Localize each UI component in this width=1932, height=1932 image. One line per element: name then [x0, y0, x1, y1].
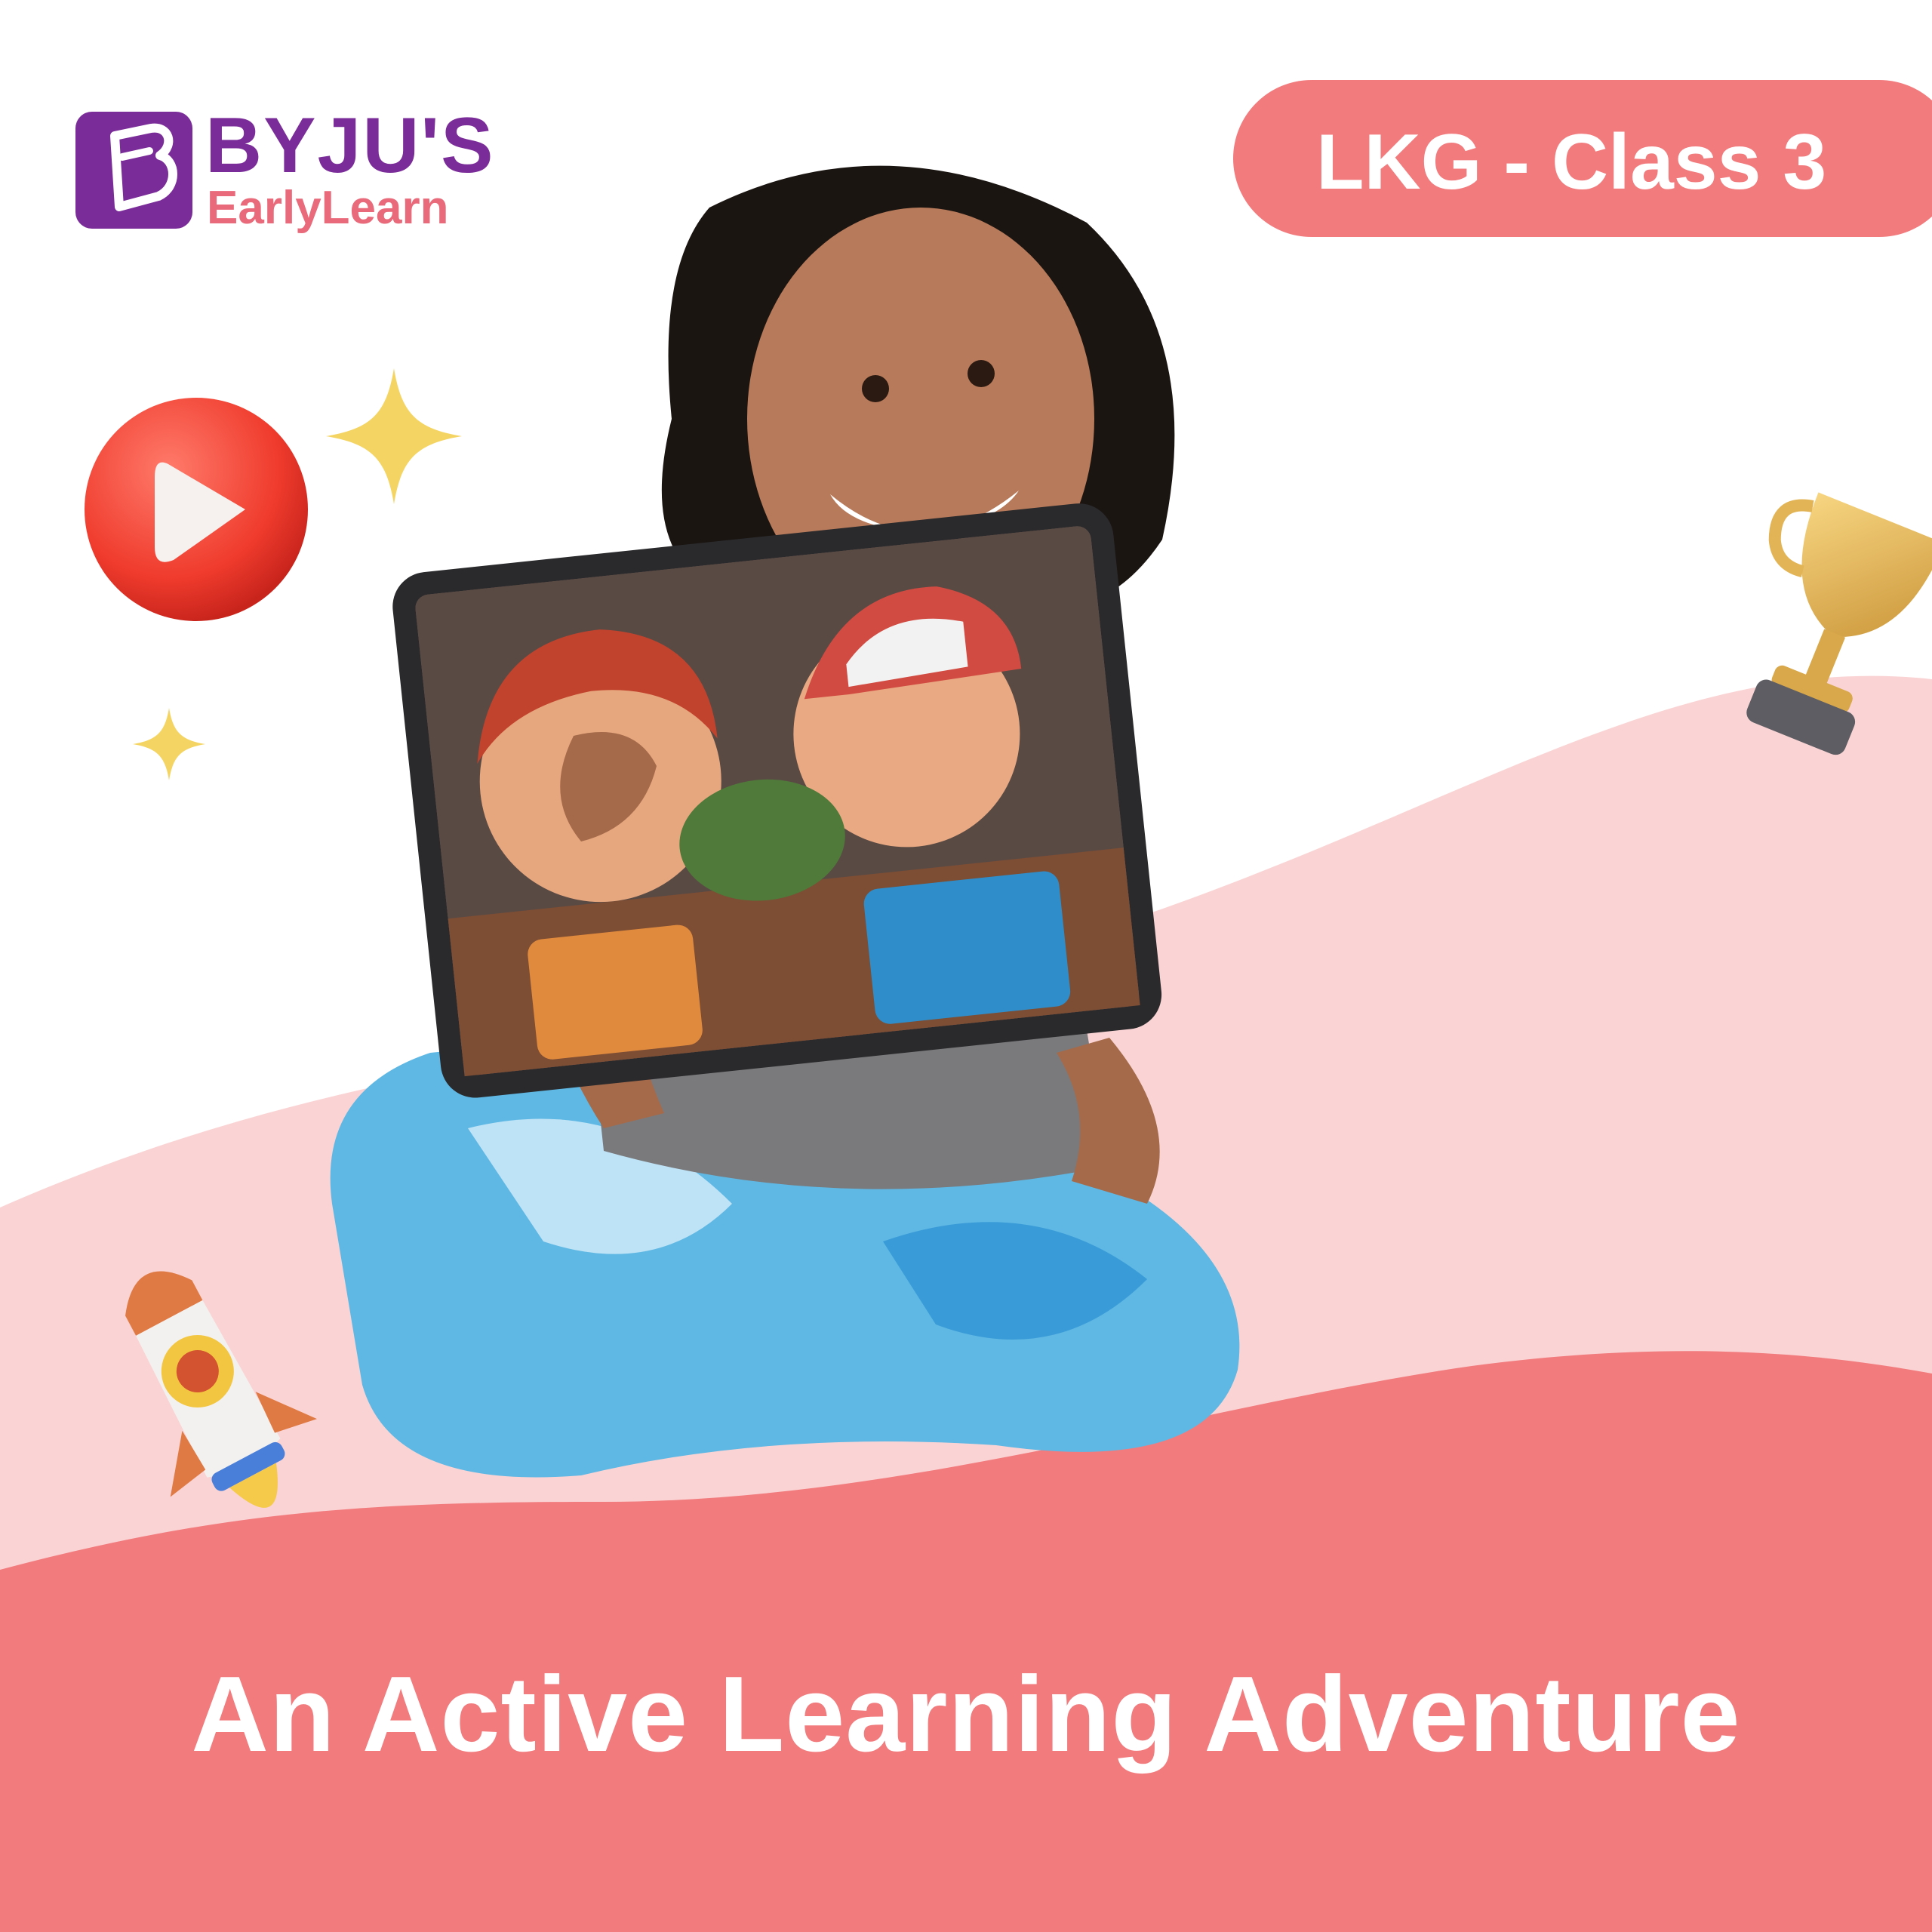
play-button-icon — [85, 398, 308, 621]
logo-mark-icon — [75, 112, 192, 229]
trophy-icon — [1746, 492, 1932, 755]
tagline-heading: An Active Learning Adventure — [191, 1654, 1741, 1774]
small-sparkle-icon — [133, 708, 205, 780]
rocket-icon — [125, 1271, 317, 1508]
ad-banner: BYJU'S EarlyLearn LKG - Class 3 An Activ… — [0, 0, 1932, 1932]
child-photo — [330, 165, 1240, 1478]
